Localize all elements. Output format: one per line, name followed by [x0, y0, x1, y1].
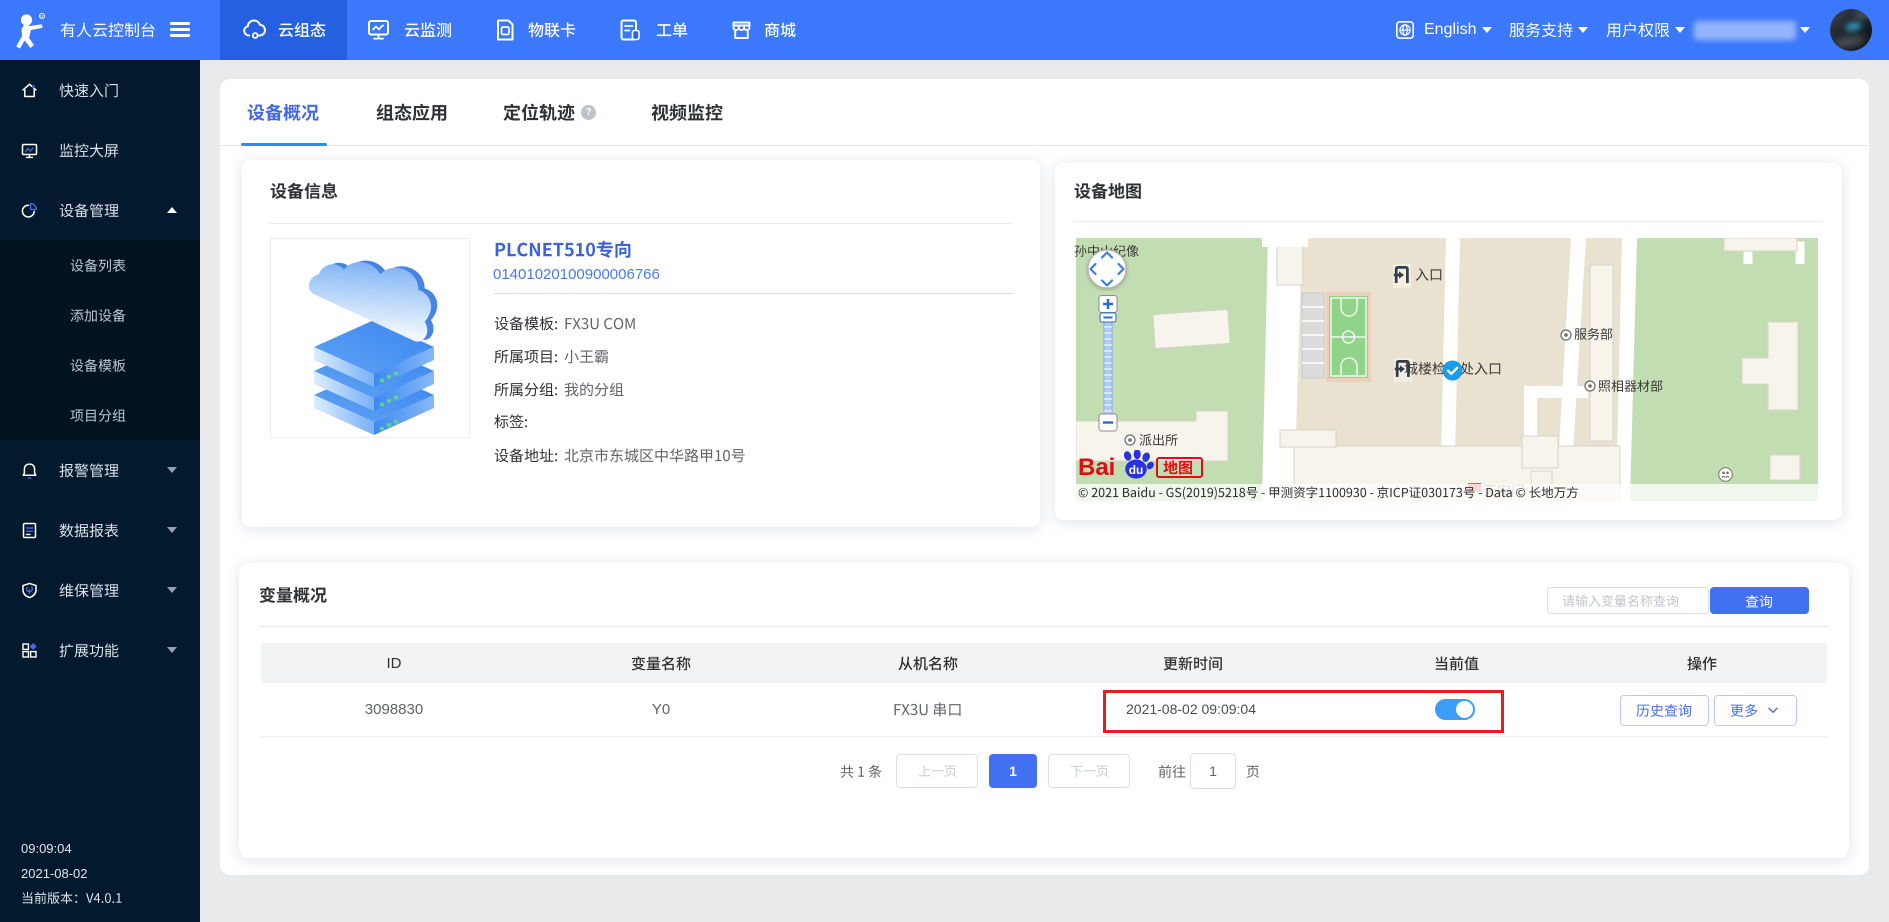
svg-text:R: R: [40, 14, 43, 19]
svg-text:du: du: [1129, 463, 1144, 477]
